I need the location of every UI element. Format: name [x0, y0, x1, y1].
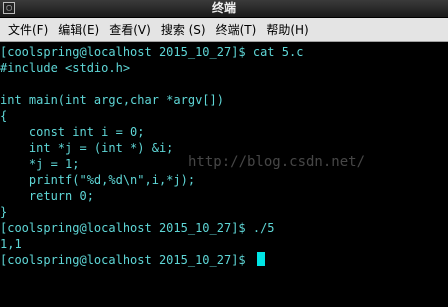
terminal-line: printf("%d,%d\n",i,*j);: [0, 173, 196, 187]
terminal-line: const int i = 0;: [0, 125, 145, 139]
menu-search[interactable]: 搜索 (S): [157, 19, 210, 41]
window-title: 终端: [211, 1, 236, 15]
terminal-line: #include <stdio.h>: [0, 61, 131, 75]
menu-view[interactable]: 查看(V): [105, 19, 155, 41]
terminal-line: {: [0, 109, 8, 123]
terminal-prompt: [coolspring@localhost 2015_10_27]$: [0, 253, 253, 267]
terminal-line: return 0;: [0, 189, 94, 203]
terminal-line: int main(int argc,char *argv[]): [0, 93, 224, 107]
menu-terminal[interactable]: 终端(T): [212, 19, 261, 41]
terminal-line: 1,1: [0, 237, 22, 251]
text-cursor: [256, 252, 265, 266]
terminal-window: ▢ 终端 文件(F) 编辑(E) 查看(V) 搜索 (S) 终端(T) 帮助(H…: [0, 0, 448, 307]
terminal-prompt-line: [coolspring@localhost 2015_10_27]$: [0, 252, 265, 268]
terminal-line: [coolspring@localhost 2015_10_27]$ ./5: [0, 221, 275, 235]
terminal-line: [coolspring@localhost 2015_10_27]$ cat 5…: [0, 45, 304, 59]
watermark: http://blog.csdn.net/: [188, 154, 366, 170]
menu-bar: 文件(F) 编辑(E) 查看(V) 搜索 (S) 终端(T) 帮助(H): [0, 18, 448, 42]
menu-edit[interactable]: 编辑(E): [54, 19, 103, 41]
terminal-output[interactable]: [coolspring@localhost 2015_10_27]$ cat 5…: [0, 42, 448, 307]
title-bar: ▢ 终端: [0, 0, 448, 18]
menu-file[interactable]: 文件(F): [4, 19, 52, 41]
terminal-line: *j = 1;: [0, 157, 80, 171]
menu-help[interactable]: 帮助(H): [262, 19, 312, 41]
terminal-line: int *j = (int *) &i;: [0, 141, 174, 155]
terminal-line: }: [0, 205, 8, 219]
